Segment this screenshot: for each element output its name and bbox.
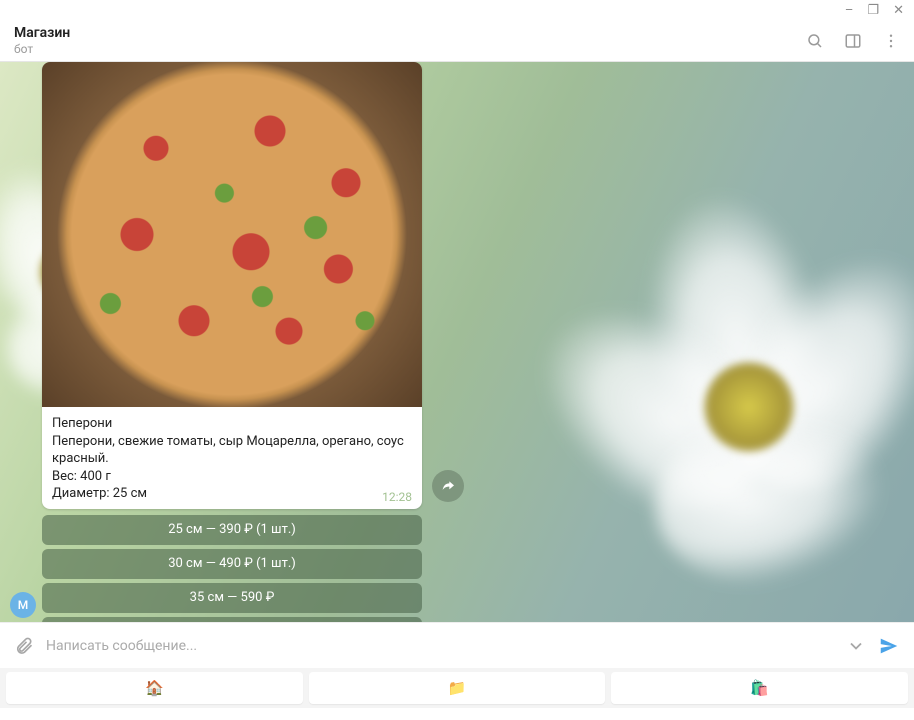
attach-icon[interactable] [14,636,34,656]
inline-keyboard: 25 см — 390 ₽ (1 шт.) 30 см — 490 ₽ (1 ш… [42,515,422,622]
message-time: 12:28 [382,489,412,505]
product-card[interactable]: Пеперони Пеперони, свежие томаты, сыр Мо… [42,62,422,509]
product-image[interactable] [42,62,422,407]
share-button[interactable] [432,470,464,502]
product-title: Пеперони [52,415,412,433]
size-option-button[interactable]: 25 см — 390 ₽ (1 шт.) [42,515,422,545]
bot-avatar[interactable]: М [10,592,36,618]
window-maximize-icon[interactable]: ❐ [867,4,879,17]
reply-key-home[interactable]: 🏠 [6,672,303,704]
chat-header: Магазин бот [0,20,914,62]
reply-key-catalog[interactable]: 📁 [309,672,606,704]
send-button[interactable] [878,635,900,657]
sidebar-toggle-icon[interactable] [844,32,862,50]
window-close-icon[interactable]: ✕ [893,4,904,17]
message-input[interactable] [46,638,834,654]
product-diameter: Диаметр: 25 см [52,485,412,503]
chat-area: М Пеперони Пеперони, свежие томаты, сыр … [0,62,914,622]
size-option-button[interactable]: 30 см — 490 ₽ (1 шт.) [42,549,422,579]
reply-key-cart[interactable]: 🛍️ [611,672,908,704]
size-option-button[interactable]: 35 см — 590 ₽ [42,583,422,613]
product-description: Пеперони, свежие томаты, сыр Моцарелла, … [52,433,412,468]
product-caption: Пеперони Пеперони, свежие томаты, сыр Мо… [42,407,422,509]
more-icon[interactable] [882,32,900,50]
product-weight: Вес: 400 г [52,468,412,486]
background-flower-icon [524,182,914,602]
search-icon[interactable] [806,32,824,50]
composer [0,622,914,668]
window-titlebar: – ❐ ✕ [0,0,914,20]
window-minimize-icon[interactable]: – [845,4,854,17]
message: Пеперони Пеперони, свежие томаты, сыр Мо… [42,62,422,622]
keyboard-toggle-icon[interactable] [846,636,866,656]
reply-keyboard: 🏠 📁 🛍️ [0,668,914,708]
chat-subtitle: бот [14,42,806,56]
chat-title: Магазин [14,25,806,41]
add-to-cart-button[interactable]: В корзину 🛍️ [42,617,422,622]
chat-title-block[interactable]: Магазин бот [14,25,806,56]
